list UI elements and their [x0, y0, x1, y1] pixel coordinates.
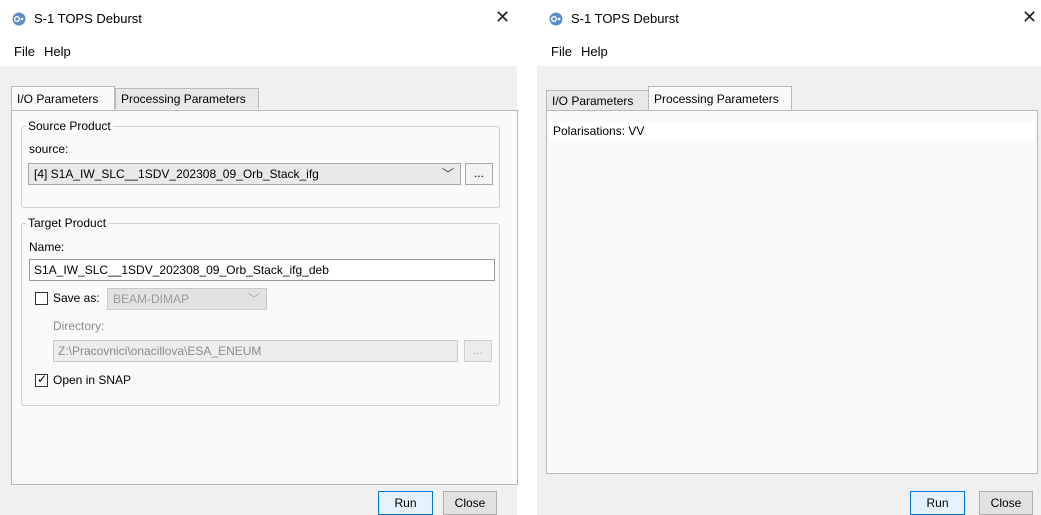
open-in-snap-checkbox[interactable]: ✓	[35, 372, 48, 387]
directory-label: Directory:	[53, 319, 105, 333]
title-bar: S-1 TOPS Deburst ✕	[537, 0, 1041, 38]
name-label: Name:	[29, 240, 65, 254]
menu-help[interactable]: Help	[581, 44, 608, 59]
menu-file[interactable]: File	[551, 44, 572, 59]
save-as-checkbox[interactable]	[35, 292, 48, 305]
run-button[interactable]: Run	[378, 491, 433, 515]
target-product-title: Target Product	[26, 216, 109, 230]
tab-io-parameters[interactable]: I/O Parameters	[11, 86, 115, 110]
directory-input[interactable]: Z:\Pracovnici\onacillova\ESA_ENEUM	[53, 340, 458, 362]
open-in-snap-label: Open in SNAP	[53, 373, 132, 387]
window-title: S-1 TOPS Deburst	[34, 11, 142, 26]
dialog-window-processing: S-1 TOPS Deburst ✕ File Help I/O Paramet…	[537, 0, 1041, 515]
menu-bar: File Help	[537, 38, 1041, 66]
polarisations-label: Polarisations:	[553, 124, 626, 138]
window-title: S-1 TOPS Deburst	[571, 11, 679, 26]
processing-parameters-panel: Polarisations: VV	[546, 110, 1038, 474]
snap-app-icon	[549, 12, 563, 26]
menu-file[interactable]: File	[14, 44, 35, 59]
source-browse-button[interactable]: ...	[465, 163, 493, 185]
polarisations-row[interactable]: Polarisations: VV	[549, 122, 1035, 140]
source-label: source:	[29, 142, 69, 156]
tab-processing-parameters[interactable]: Processing Parameters	[648, 86, 792, 110]
polarisations-value: VV	[628, 124, 645, 138]
menu-help[interactable]: Help	[44, 44, 71, 59]
io-parameters-panel: Source Product source: [4] S1A_IW_SLC__1…	[11, 110, 518, 485]
save-as-label: Save as:	[53, 291, 100, 305]
close-icon[interactable]: ✕	[1022, 8, 1037, 26]
close-button[interactable]: Close	[979, 491, 1033, 515]
save-format-select[interactable]: BEAM-DIMAP ﹀	[107, 288, 267, 310]
source-product-value: [4] S1A_IW_SLC__1SDV_202308_09_Orb_Stack…	[34, 167, 319, 181]
snap-app-icon	[12, 12, 26, 26]
dialog-window-io: S-1 TOPS Deburst ✕ File Help I/O Paramet…	[0, 0, 518, 515]
target-name-input[interactable]: S1A_IW_SLC__1SDV_202308_09_Orb_Stack_ifg…	[29, 259, 495, 281]
save-format-value: BEAM-DIMAP	[113, 292, 190, 306]
close-button[interactable]: Close	[443, 491, 497, 515]
source-product-select[interactable]: [4] S1A_IW_SLC__1SDV_202308_09_Orb_Stack…	[28, 163, 461, 185]
tab-io-parameters[interactable]: I/O Parameters	[546, 90, 649, 111]
chevron-down-icon: ﹀	[247, 292, 260, 306]
checkmark-icon: ✓	[37, 372, 48, 386]
tab-processing-parameters[interactable]: Processing Parameters	[115, 88, 259, 109]
source-product-group: Source Product source: [4] S1A_IW_SLC__1…	[21, 119, 500, 208]
target-product-group: Target Product Name: S1A_IW_SLC__1SDV_20…	[21, 216, 500, 406]
close-icon[interactable]: ✕	[495, 8, 510, 26]
source-product-title: Source Product	[26, 119, 113, 133]
directory-browse-button[interactable]: ...	[464, 340, 492, 362]
run-button[interactable]: Run	[910, 491, 965, 515]
menu-bar: File Help	[0, 38, 517, 66]
chevron-down-icon: ﹀	[441, 167, 454, 181]
title-bar: S-1 TOPS Deburst ✕	[0, 0, 517, 38]
